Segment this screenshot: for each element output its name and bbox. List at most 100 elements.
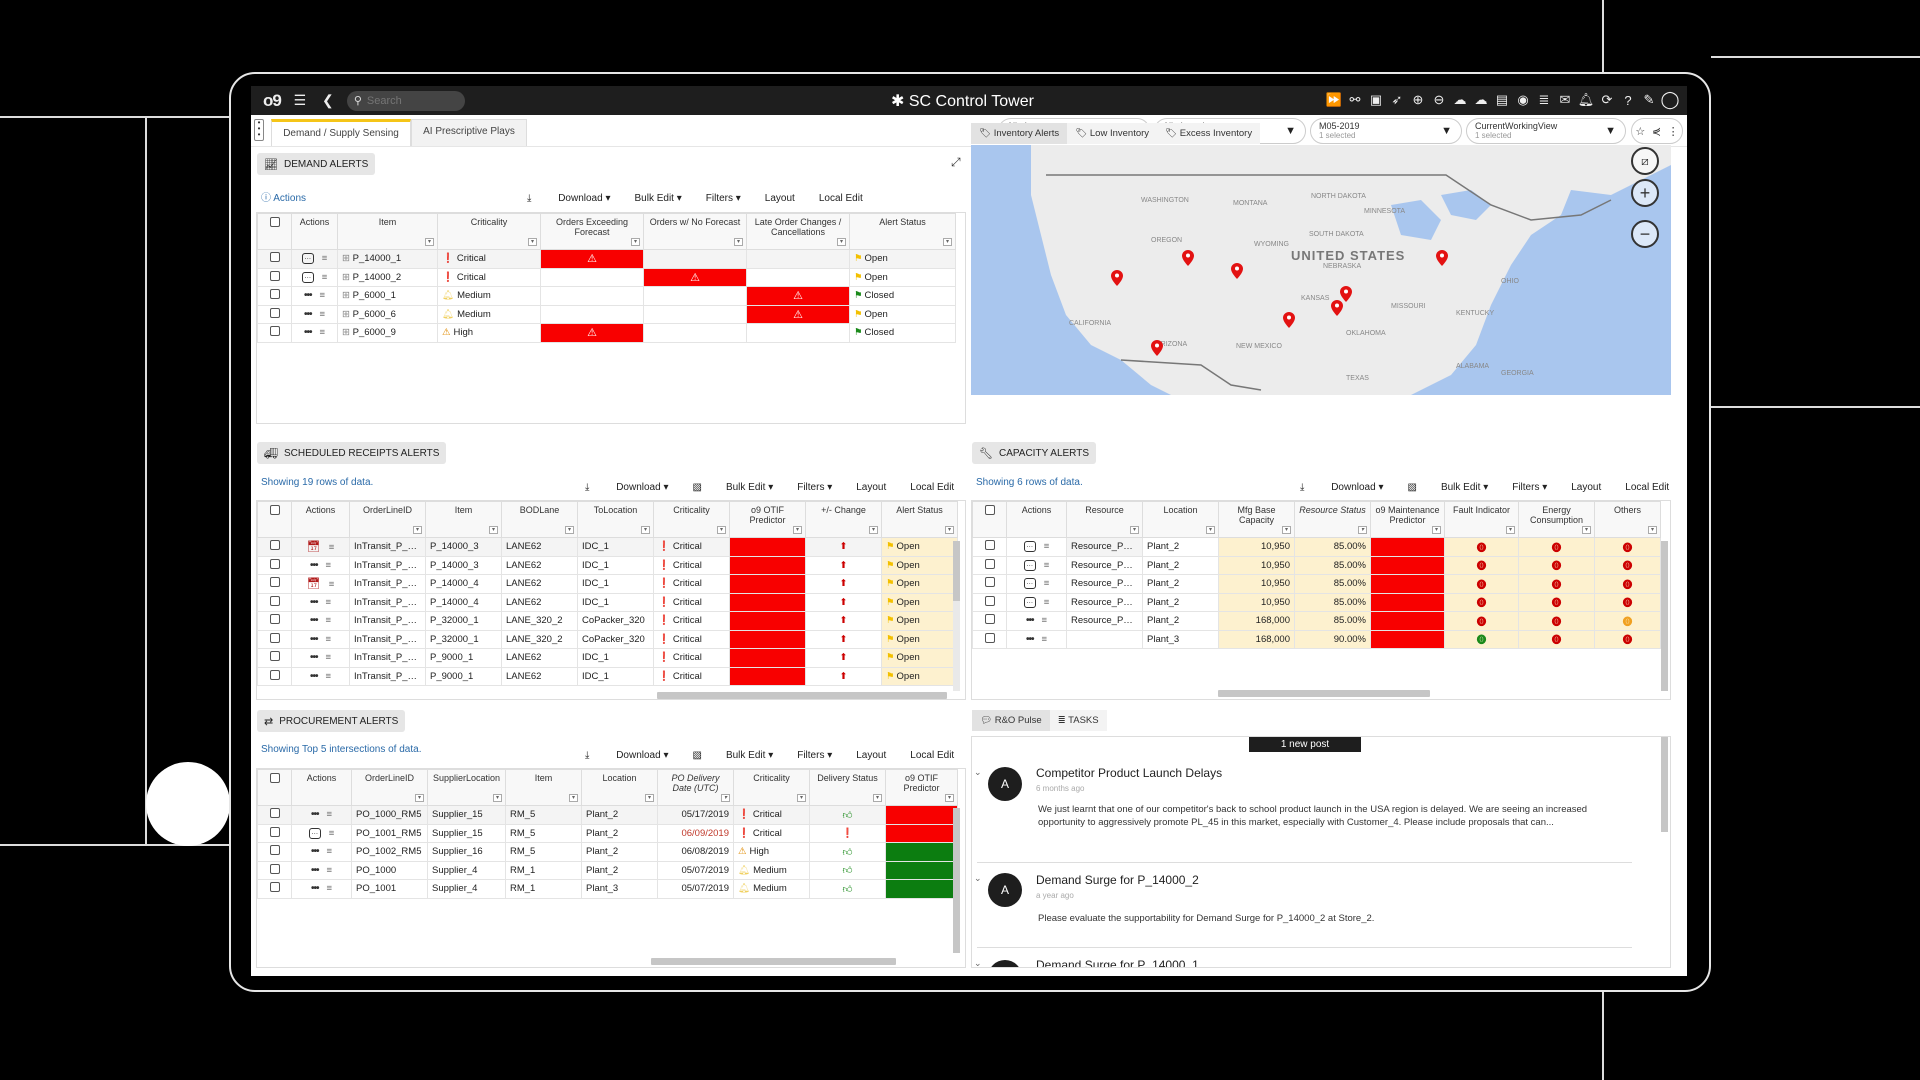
maintenance-predictor-cell[interactable] bbox=[1370, 537, 1445, 557]
column-dropdown-icon[interactable]: ▾ bbox=[945, 526, 954, 534]
column-header[interactable]: Resource Status ▾ bbox=[1294, 501, 1371, 538]
column-header[interactable]: Orders w/ No Forecast ▾ bbox=[643, 213, 747, 250]
local-edit-button[interactable]: Local Edit bbox=[910, 482, 954, 493]
row-checkbox[interactable] bbox=[972, 537, 1007, 557]
table-row[interactable]: ••• ≡ InTransit_P_32... P_32000_1 LANE_320_2… bbox=[257, 629, 958, 649]
resource-cell[interactable]: Resource_PL_... bbox=[1066, 555, 1143, 575]
demand-info[interactable]: ⓘ Actions bbox=[261, 189, 306, 204]
column-dropdown-icon[interactable]: ▾ bbox=[1506, 526, 1515, 534]
otif-predictor-cell[interactable] bbox=[729, 574, 806, 594]
drag-handle-icon[interactable]: ≡ bbox=[325, 560, 331, 571]
row-checkbox[interactable] bbox=[972, 592, 1007, 612]
more-icon[interactable]: ••• bbox=[310, 560, 318, 571]
column-header[interactable]: OrderLineID ▾ bbox=[351, 769, 428, 806]
column-header[interactable]: Actions bbox=[1006, 501, 1067, 538]
resource-cell[interactable]: Resource_PL_... bbox=[1066, 611, 1143, 631]
otif-predictor-cell[interactable] bbox=[885, 823, 958, 843]
maintenance-predictor-cell[interactable] bbox=[1370, 629, 1445, 649]
more-icon[interactable]: ••• bbox=[311, 846, 319, 857]
alert-status-cell[interactable]: ⚑ Open bbox=[881, 592, 958, 612]
order-line-cell[interactable]: PO_1001 bbox=[351, 879, 428, 899]
share-box-icon[interactable]: ▣ bbox=[1367, 91, 1385, 109]
no-forecast-cell[interactable]: ⚠ bbox=[643, 267, 747, 287]
calendar-alert-icon[interactable]: 📅︎ bbox=[307, 541, 321, 553]
table-row[interactable]: 📅︎ ≡ InTransit_P_14... P_14000_4 LANE62 IDC_1… bbox=[257, 574, 958, 594]
more-icon[interactable]: ••• bbox=[311, 809, 319, 820]
list-icon[interactable]: ≣ bbox=[1535, 91, 1553, 109]
drag-handle-icon[interactable]: ≡ bbox=[326, 865, 332, 876]
column-header[interactable]: Actions bbox=[291, 501, 350, 538]
column-header[interactable]: PO Delivery Date (UTC) ▾ bbox=[657, 769, 734, 806]
more-icon[interactable]: ••• bbox=[310, 652, 318, 663]
item-cell[interactable]: ⊞ P_14000_1 bbox=[337, 249, 438, 269]
select-all-checkbox[interactable] bbox=[257, 769, 292, 806]
column-dropdown-icon[interactable]: ▾ bbox=[943, 238, 952, 246]
comment-icon[interactable]: … bbox=[1023, 596, 1036, 608]
filters-button[interactable]: Filters ▾ bbox=[1512, 482, 1547, 493]
vertical-scrollbar[interactable] bbox=[953, 541, 960, 601]
orders-exceeding-cell[interactable] bbox=[540, 304, 644, 324]
column-dropdown-icon[interactable]: ▾ bbox=[415, 794, 424, 802]
row-checkbox[interactable] bbox=[257, 537, 292, 557]
excel-icon[interactable]: ▧ bbox=[693, 482, 702, 493]
comment-icon[interactable]: … bbox=[301, 253, 314, 265]
drag-handle-icon[interactable]: ≡ bbox=[326, 846, 332, 857]
column-dropdown-icon[interactable]: ▾ bbox=[797, 794, 806, 802]
no-forecast-cell[interactable] bbox=[643, 286, 747, 306]
link-icon[interactable]: ⚯ bbox=[1346, 91, 1364, 109]
expand-icon[interactable]: ⊞ bbox=[342, 290, 350, 301]
vertical-scrollbar[interactable] bbox=[953, 808, 960, 953]
column-header[interactable]: o9 OTIF Predictor ▾ bbox=[885, 769, 958, 806]
column-header[interactable]: o9 OTIF Predictor ▾ bbox=[729, 501, 806, 538]
column-header[interactable]: o9 Maintenance Predictor ▾ bbox=[1370, 501, 1445, 538]
otif-predictor-cell[interactable] bbox=[885, 879, 958, 899]
layout-button[interactable]: Layout bbox=[765, 193, 795, 204]
resource-cell[interactable]: Resource_PL_... bbox=[1066, 537, 1143, 557]
expand-icon[interactable]: ⊞ bbox=[342, 327, 350, 338]
actions-link[interactable]: Actions bbox=[273, 193, 306, 204]
drag-handle-icon[interactable]: ≡ bbox=[1041, 615, 1047, 626]
drag-handle-icon[interactable]: ≡ bbox=[325, 597, 331, 608]
filter-view[interactable]: CurrentWorkingView 1 selected ▼ bbox=[1466, 118, 1626, 144]
late-changes-cell[interactable] bbox=[746, 267, 850, 287]
table-row[interactable]: ••• ≡ ⊞ P_6000_1 🔔︎ Medium ⚠ ⚑ Closed bbox=[257, 286, 956, 306]
column-dropdown-icon[interactable]: ▾ bbox=[1648, 526, 1657, 534]
cloud-upload-icon[interactable]: ☁ bbox=[1451, 91, 1469, 109]
more-icon[interactable]: ••• bbox=[310, 597, 318, 608]
map-zoom-out-icon[interactable]: − bbox=[1631, 220, 1659, 248]
column-header[interactable]: Item ▾ bbox=[337, 213, 438, 250]
column-header[interactable]: Item ▾ bbox=[425, 501, 502, 538]
alert-status-cell[interactable]: ⚑ Open bbox=[849, 304, 956, 324]
column-dropdown-icon[interactable]: ▾ bbox=[1130, 526, 1139, 534]
column-header[interactable]: Delivery Status ▾ bbox=[809, 769, 886, 806]
otif-predictor-cell[interactable] bbox=[729, 592, 806, 612]
resource-cell[interactable]: Resource_PL_... bbox=[1066, 574, 1143, 594]
menu-icon[interactable]: ☰ bbox=[291, 92, 309, 110]
tab-inventory-alerts[interactable]: 🏷︎ Inventory Alerts bbox=[971, 123, 1068, 144]
order-line-cell[interactable]: InTransit_P_14... bbox=[349, 574, 426, 594]
drag-handle-icon[interactable]: ≡ bbox=[325, 634, 331, 645]
pulse-post[interactable]: ⌄ A Competitor Product Launch Delays 6 m… bbox=[972, 757, 1662, 862]
column-dropdown-icon[interactable]: ▾ bbox=[1582, 526, 1591, 534]
row-checkbox[interactable] bbox=[257, 860, 292, 880]
orders-exceeding-cell[interactable]: ⚠ bbox=[540, 323, 644, 343]
star-icon[interactable]: ☆ bbox=[1635, 125, 1645, 138]
table-row[interactable]: ••• ≡ InTransit_P_90... P_9000_1 LANE62 IDC_1… bbox=[257, 648, 958, 668]
tab-demand-supply-sensing[interactable]: Demand / Supply Sensing bbox=[271, 119, 411, 146]
table-row[interactable]: ••• ≡ ⊞ P_6000_9 ⚠ High ⚠ ⚑ Closed bbox=[257, 323, 956, 343]
expand-icon[interactable]: ⤢ bbox=[951, 155, 961, 170]
comment-icon[interactable]: … bbox=[1023, 559, 1036, 571]
row-checkbox[interactable] bbox=[257, 304, 292, 324]
vertical-scrollbar[interactable] bbox=[1661, 737, 1668, 832]
drag-handle-icon[interactable]: ≡ bbox=[325, 671, 331, 682]
map-pin-icon[interactable] bbox=[1340, 286, 1352, 302]
local-edit-button[interactable]: Local Edit bbox=[910, 750, 954, 761]
local-edit-button[interactable]: Local Edit bbox=[819, 193, 863, 204]
column-dropdown-icon[interactable]: ▾ bbox=[717, 526, 726, 534]
row-checkbox[interactable] bbox=[257, 249, 292, 269]
column-dropdown-icon[interactable]: ▾ bbox=[837, 238, 846, 246]
post-title[interactable]: Demand Surge for P_14000_1 bbox=[1036, 958, 1199, 967]
column-dropdown-icon[interactable]: ▾ bbox=[631, 238, 640, 246]
demand-alerts-header[interactable]: 📈︎ DEMAND ALERTS bbox=[257, 153, 376, 175]
capacity-alerts-header[interactable]: 🔧︎ CAPACITY ALERTS bbox=[972, 442, 1097, 464]
